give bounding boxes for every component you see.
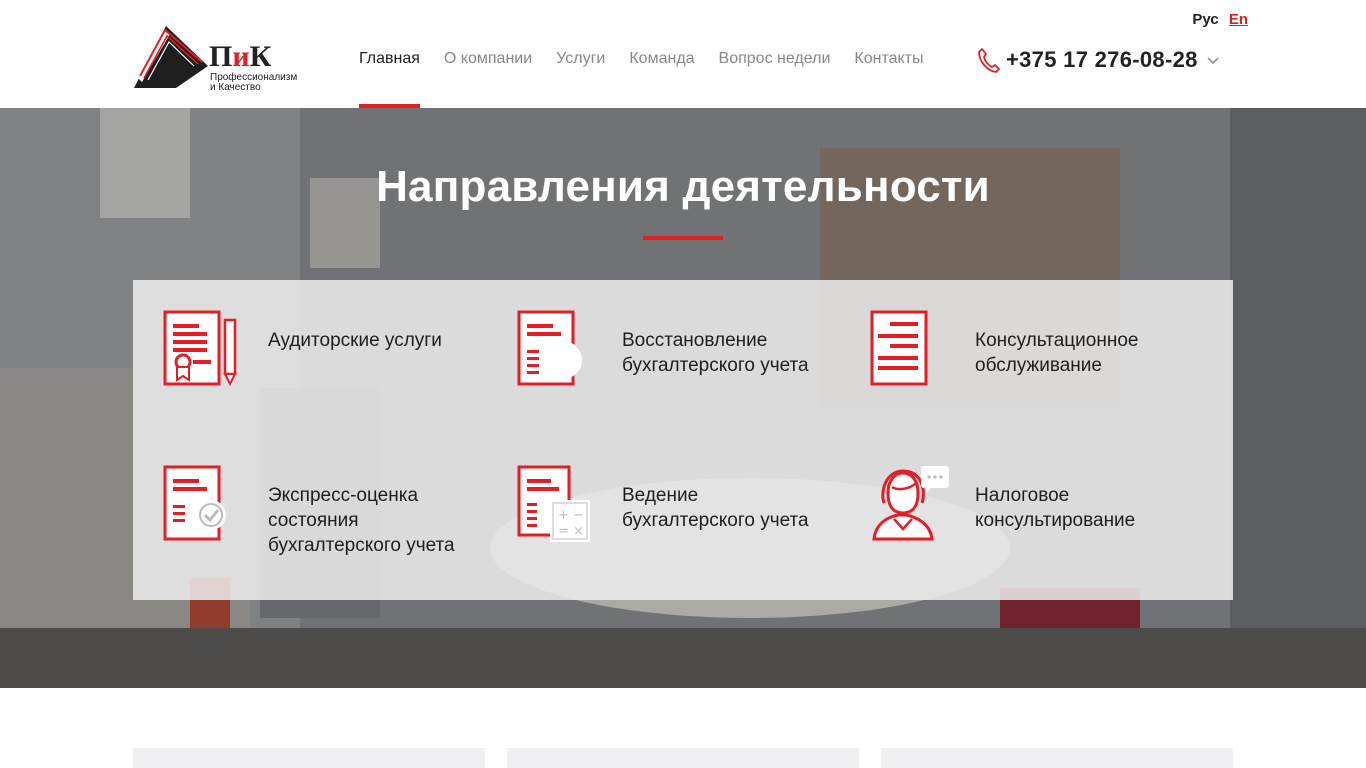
nav-item-contacts[interactable]: Контакты (854, 0, 923, 108)
nav-item-about[interactable]: О компании (444, 0, 532, 108)
content-card (507, 748, 859, 768)
check-document-icon (163, 465, 226, 541)
service-label: Аудиторские услуги (268, 330, 442, 351)
service-label: Консультационное обслуживание (975, 330, 1139, 376)
restore-document-icon (517, 310, 582, 386)
service-restore-accounting[interactable]: Восстановление бухгалтерского учета (517, 310, 809, 390)
service-label: Ведение бухгалтерского учета (622, 485, 809, 531)
hero-section: Направления деятельности Аудиторские усл… (0, 108, 1366, 688)
nav-item-services[interactable]: Услуги (556, 0, 605, 108)
service-label: Восстановление бухгалтерского учета (622, 330, 809, 376)
service-consulting[interactable]: Консультационное обслуживание (870, 310, 1138, 390)
service-bookkeeping[interactable]: + − = × Ведение бухгалтерского учета (517, 465, 809, 545)
lang-en-link[interactable]: En (1229, 11, 1248, 28)
logo-wordmark: ПиК (209, 40, 272, 73)
phone-number[interactable]: +375 17 276-08-28 (1006, 47, 1198, 73)
lang-ru-link[interactable]: Рус (1192, 11, 1218, 28)
checklist-document-icon (870, 310, 928, 386)
svg-text:= ×: = × (558, 524, 584, 539)
service-tax-consulting[interactable]: Налоговое консультирование (870, 465, 1135, 545)
hero-title-underline (643, 236, 723, 240)
phone-icon (978, 48, 1000, 73)
audit-document-icon (163, 310, 237, 387)
site-logo[interactable]: ПиК Профессионализм и Качество (132, 22, 302, 93)
logo-tagline: Профессионализм и Качество (210, 72, 298, 93)
services-panel: Аудиторские услуги Восстановление бухгал… (133, 280, 1233, 600)
content-card (133, 748, 485, 768)
nav-item-question-of-week[interactable]: Вопрос недели (719, 0, 831, 108)
consultant-chat-icon (872, 466, 949, 541)
calculator-document-icon: + − = × (517, 465, 590, 542)
service-label: Экспресс-оценка состояния бухгалтерского… (268, 485, 455, 556)
svg-text:+ −: + − (558, 508, 584, 523)
logo-book-icon (134, 26, 208, 88)
nav-item-team[interactable]: Команда (629, 0, 694, 108)
content-card (881, 748, 1233, 768)
hero-title: Направления деятельности (376, 162, 990, 211)
language-switcher: Рус En (1186, 11, 1248, 28)
site-header: ПиК Профессионализм и Качество Главная О… (0, 0, 1366, 108)
service-express-assessment[interactable]: Экспресс-оценка состояния бухгалтерского… (163, 465, 455, 558)
phone-block[interactable]: +375 17 276-08-28 (976, 44, 1220, 76)
main-nav: Главная О компании Услуги Команда Вопрос… (359, 0, 948, 108)
service-audit[interactable]: Аудиторские услуги (163, 310, 442, 390)
service-label: Налоговое консультирование (975, 485, 1136, 531)
nav-item-home[interactable]: Главная (359, 0, 420, 108)
chevron-down-icon[interactable] (1206, 54, 1220, 68)
